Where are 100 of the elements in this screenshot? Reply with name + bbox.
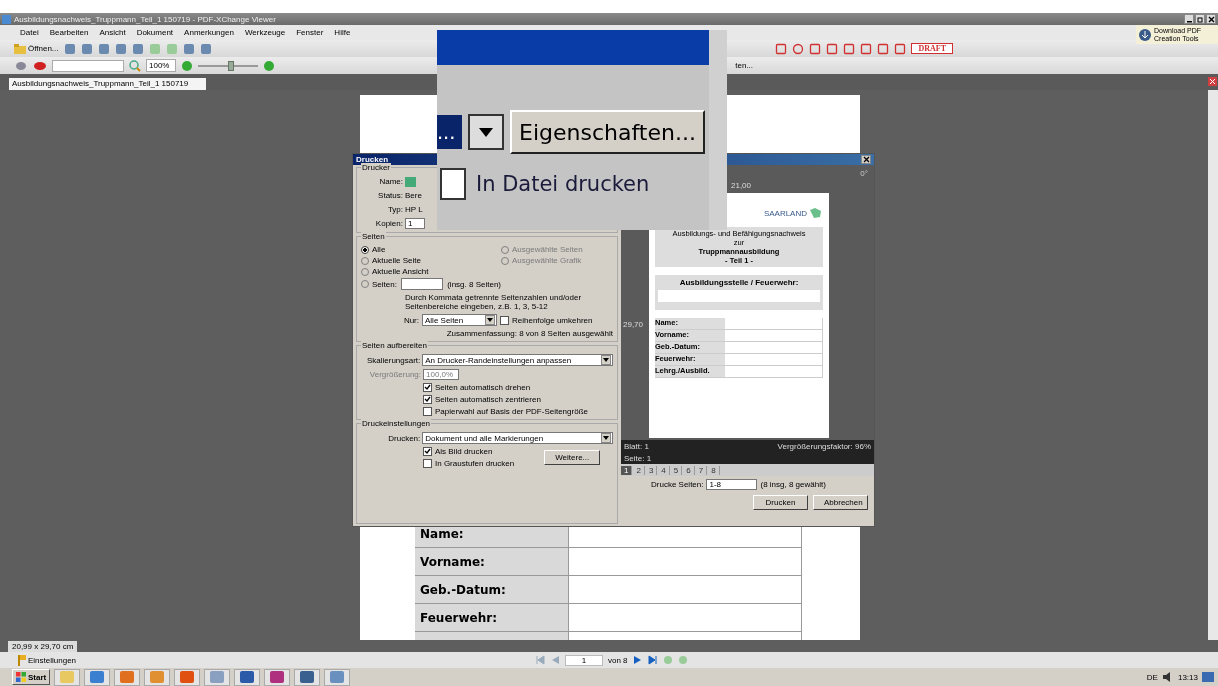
zoom-in-icon[interactable] (263, 59, 275, 72)
close-icon (862, 156, 870, 163)
checkbox-option[interactable]: Papierwahl auf Basis der PDF-Seitengröße (423, 407, 613, 416)
taskbar-button[interactable] (84, 668, 111, 686)
minimize-button[interactable] (1184, 14, 1194, 24)
taskbar-button[interactable] (294, 668, 321, 686)
document-tab[interactable]: Ausbildungsnachweis_Truppmann_Teil_1 150719 (9, 78, 207, 90)
menu-item[interactable]: Werkzeuge (244, 28, 286, 37)
checkbox[interactable] (423, 407, 432, 416)
dialog-button[interactable]: Abbrechen (813, 495, 868, 510)
draft-stamp[interactable]: DRAFT (911, 43, 953, 54)
checkbox[interactable] (423, 395, 432, 404)
page-count-label: (insg. 8 Seiten) (447, 279, 501, 289)
print-content-dropdown[interactable]: Dokument und alle Markierungen (422, 432, 613, 444)
radio-button[interactable]: Aktuelle Ansicht (361, 267, 429, 276)
magnifier-icon[interactable] (129, 59, 141, 72)
checkbox-option[interactable]: Seiten automatisch zentrieren (423, 395, 613, 404)
taskbar-button[interactable] (234, 668, 261, 686)
page-tab[interactable]: 3 (645, 465, 658, 475)
slider-thumb[interactable] (228, 60, 234, 71)
zoom-out-icon[interactable] (181, 59, 193, 72)
rotation-label: 0° (860, 169, 868, 178)
menu-item[interactable]: Anmerkungen (184, 28, 234, 37)
menu-item[interactable]: Hilfe (334, 28, 351, 37)
printer-dropdown[interactable]: ... (437, 115, 462, 149)
print-pages-field[interactable]: 1-8 (706, 479, 758, 490)
previous-page-icon[interactable] (550, 655, 560, 665)
dialog-title: Drucken (356, 155, 388, 164)
properties-button[interactable]: Eigenschaften... (510, 110, 705, 154)
checkbox[interactable] (440, 168, 466, 200)
taskbar-button[interactable] (324, 668, 351, 686)
rectangle-icon[interactable] (775, 42, 788, 55)
next-page-icon[interactable] (632, 655, 643, 665)
page-tab[interactable]: 1 (621, 465, 633, 475)
more-button[interactable]: Weitere... (544, 450, 601, 465)
page-tab[interactable]: 4 (658, 465, 670, 475)
radio-button[interactable]: Alle (361, 245, 386, 254)
checkbox[interactable] (423, 383, 432, 392)
checkbox[interactable] (423, 447, 432, 456)
checkbox-option[interactable]: Als Bild drucken (423, 447, 515, 456)
search-field[interactable] (52, 59, 124, 72)
heading-text: Ausbildungsstelle / Feuerwehr: (679, 278, 799, 287)
close-button[interactable] (861, 155, 871, 164)
dropdown-arrow-icon (485, 315, 495, 325)
pages-dropdown[interactable]: Alle Seiten (422, 314, 497, 326)
menu-item[interactable]: Fenster (296, 28, 324, 37)
menu-item[interactable]: Datei (20, 28, 39, 37)
menu-item[interactable]: Ansicht (99, 28, 126, 37)
close-button[interactable] (1206, 14, 1216, 24)
open-button[interactable]: Öffnen... (14, 43, 59, 54)
page-number-field[interactable]: 1 (565, 654, 603, 666)
zoom-field[interactable]: 100% (146, 59, 176, 72)
application-icon (239, 670, 256, 684)
language-indicator[interactable]: DE (1146, 672, 1158, 682)
checkbox-option[interactable]: Reihenfolge umkehren (500, 315, 593, 325)
windows-logo-icon (16, 672, 26, 682)
page-tab[interactable]: 2 (633, 465, 645, 475)
height-ruler-label: 29,70 (623, 320, 644, 329)
taskbar-button[interactable] (264, 668, 291, 686)
toolbar-label[interactable]: ten... (735, 61, 753, 70)
scroll-bar[interactable] (1208, 90, 1218, 640)
dropdown-arrow-icon (601, 355, 611, 365)
last-page-icon[interactable] (647, 655, 658, 665)
copies-field[interactable]: 1 (405, 218, 425, 229)
page-tab[interactable]: 8 (708, 465, 720, 475)
checkbox-option[interactable]: Seiten automatisch drehen (423, 383, 613, 392)
restore-icon (1196, 15, 1204, 23)
menu-item[interactable]: Bearbeiten (49, 28, 89, 37)
radio-button[interactable]: Aktuelle Seite (361, 256, 421, 265)
radio-button[interactable]: Seiten: (361, 279, 397, 289)
page-tab[interactable]: 7 (695, 465, 708, 475)
checkbox-option[interactable]: In Datei drucken (440, 168, 709, 200)
checkbox-option[interactable]: In Graustufen drucken (423, 459, 515, 468)
zoom-field[interactable]: 100,0% (423, 369, 459, 380)
start-button[interactable]: Start (12, 669, 51, 685)
scaling-dropdown[interactable]: An Drucker-Randeinstellungen anpassen (422, 354, 613, 366)
field-label: Status: (377, 191, 403, 200)
clock[interactable]: 13:13 (1177, 672, 1198, 682)
dialog-button[interactable]: Drucken (753, 495, 808, 510)
menu-item[interactable]: Dokument (136, 28, 174, 37)
application-icon (299, 670, 316, 684)
page-label: Seite: 1 (624, 454, 652, 463)
page-tab[interactable]: 6 (683, 465, 695, 475)
download-icon (1138, 27, 1152, 42)
radio-circle[interactable] (361, 245, 369, 254)
first-page-icon[interactable] (535, 655, 545, 665)
restore-button[interactable] (1195, 14, 1205, 24)
checkbox[interactable] (423, 459, 432, 468)
dropdown-button[interactable] (468, 114, 504, 150)
group-label: Druckeinstellungen (361, 419, 432, 428)
logo-text: SAARLAND (763, 208, 807, 218)
taskbar-button[interactable] (114, 668, 141, 686)
taskbar-button[interactable] (174, 668, 201, 686)
page-tab[interactable]: 5 (670, 465, 683, 475)
settings-menu[interactable]: Einstellungen (18, 654, 77, 666)
application-icon (329, 670, 346, 684)
field-label: Nur: (402, 315, 419, 325)
checkbox[interactable] (500, 315, 509, 325)
close-icon[interactable] (1208, 77, 1217, 86)
page-range-field[interactable] (400, 278, 444, 290)
